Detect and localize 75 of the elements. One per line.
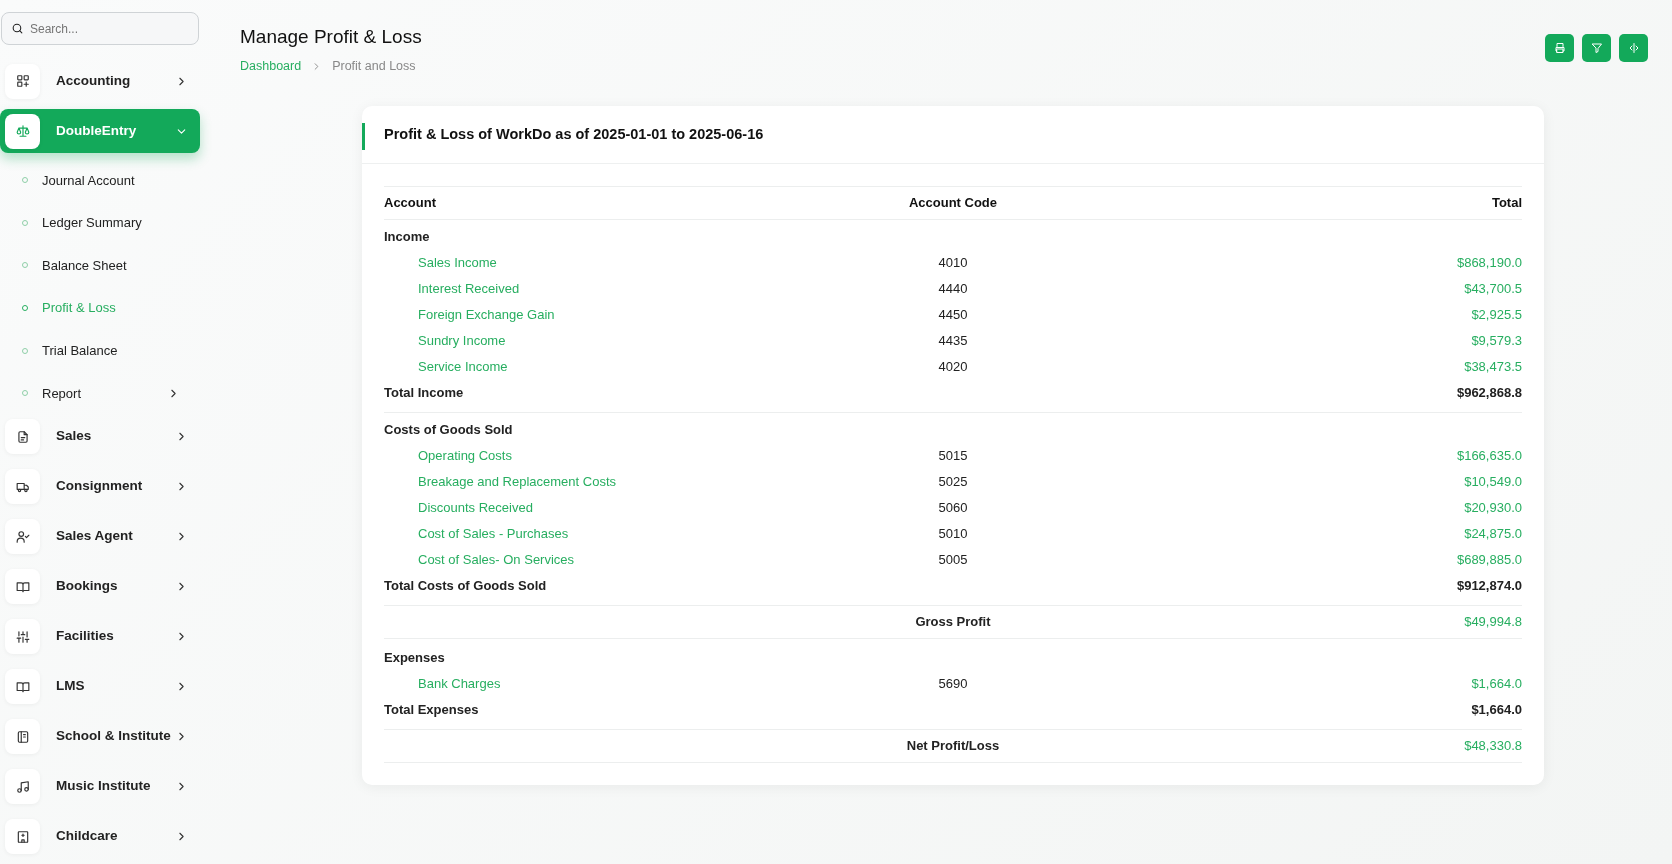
summary-amount: $49,994.8: [1464, 613, 1522, 629]
account-code: 4450: [938, 306, 968, 322]
music-icon: [15, 779, 30, 794]
amount: $166,635.0: [1456, 447, 1522, 463]
account-code: 5005: [938, 551, 968, 567]
account-code: 4440: [938, 280, 968, 296]
amount: $9,579.3: [1471, 332, 1522, 348]
scale-icon: [15, 124, 30, 138]
collapse-button[interactable]: [1619, 34, 1648, 62]
sidebar-item[interactable]: Accounting: [0, 59, 200, 103]
notebook-icon: [15, 729, 30, 744]
account-code: 5015: [938, 447, 968, 463]
search-field[interactable]: Search...: [1, 12, 199, 45]
summary-label: Gross Profit: [915, 613, 991, 629]
submenu-item[interactable]: Balance Sheet: [0, 244, 200, 287]
total-amount: $962,868.8: [1456, 384, 1522, 400]
submenu-item[interactable]: Ledger Summary: [0, 201, 200, 245]
account-code: 4010: [938, 254, 968, 270]
building-icon: [15, 829, 30, 844]
submenu-item[interactable]: Journal Account: [0, 159, 200, 202]
amount: $38,473.5: [1464, 358, 1522, 374]
amount: $689,885.0: [1456, 551, 1522, 567]
submenu-item[interactable]: Report: [0, 371, 200, 415]
total-label: Total Income: [384, 384, 464, 400]
summary-label: Net Profit/Loss: [906, 737, 1000, 753]
summary-amount: $48,330.8: [1464, 737, 1522, 753]
filter-button[interactable]: [1582, 34, 1611, 62]
column-header: Account Code: [839, 186, 1067, 220]
total-label: Total Expenses: [384, 701, 479, 717]
page-title: Manage Profit & Loss: [240, 26, 422, 49]
amount: $1,664.0: [1471, 675, 1522, 691]
section-heading: Expenses: [384, 649, 445, 665]
breadcrumb-current: Profit and Loss: [332, 57, 416, 75]
sidebar-item[interactable]: Childcare: [0, 814, 200, 859]
account-code: 4435: [938, 332, 968, 348]
sidebar-item[interactable]: Consignment: [0, 464, 200, 509]
sidebar-item[interactable]: School & Institute: [0, 714, 200, 759]
column-header: Total: [1066, 186, 1522, 220]
sidebar-item[interactable]: Sales: [0, 414, 200, 459]
book-icon: [15, 579, 30, 594]
amount: $868,190.0: [1456, 254, 1522, 270]
document-icon: [15, 429, 30, 444]
account-code: 5060: [938, 499, 968, 515]
book-icon: [15, 679, 30, 694]
print-button[interactable]: [1545, 34, 1574, 62]
total-amount: $912,874.0: [1456, 577, 1522, 593]
bullet-icon: [22, 305, 28, 312]
amount: $43,700.5: [1464, 280, 1522, 296]
total-label: Total Costs of Goods Sold: [384, 577, 547, 593]
sidebar-item[interactable]: Music Institute: [0, 764, 200, 809]
column-header: Account: [384, 186, 840, 220]
sidebar-item[interactable]: Sales Agent: [0, 514, 200, 559]
sliders-icon: [15, 629, 30, 644]
account-code: 4020: [938, 358, 968, 374]
section-heading: Income: [384, 228, 430, 244]
split-arrows-icon: [1627, 42, 1640, 54]
sidebar-item[interactable]: LMS: [0, 664, 200, 709]
search-icon: [11, 22, 24, 35]
amount: $20,930.0: [1464, 499, 1522, 515]
printer-icon: [1553, 42, 1566, 54]
account-code: 5690: [938, 675, 968, 691]
total-amount: $1,664.0: [1471, 701, 1522, 717]
filter-icon: [1590, 42, 1603, 54]
account-code: 5010: [938, 525, 968, 541]
amount: $2,925.5: [1471, 306, 1522, 322]
report-title: Profit & Loss of WorkDo as of 2025-01-01 to 2025-06-16: [384, 124, 765, 144]
amount: $10,549.0: [1464, 473, 1522, 489]
sidebar-item[interactable]: Bookings: [0, 564, 200, 609]
section-heading: Costs of Goods Sold: [384, 421, 513, 437]
submenu-item[interactable]: Trial Balance: [0, 329, 200, 372]
grid-icon: [15, 74, 30, 88]
account-code: 5025: [938, 473, 968, 489]
user-check-icon: [15, 529, 30, 544]
amount: $24,875.0: [1464, 525, 1522, 541]
sidebar-item[interactable]: Facilities: [0, 614, 200, 659]
